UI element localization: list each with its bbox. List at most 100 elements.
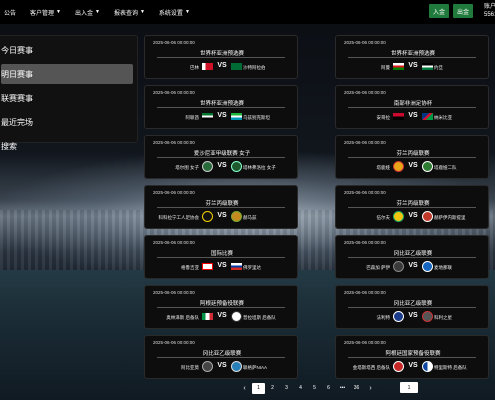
away-team-logo [422, 63, 433, 70]
away-team: 塔鹿娅二队 [434, 165, 457, 170]
page-button[interactable]: 4 [294, 383, 307, 394]
divider [348, 207, 476, 208]
match-card[interactable]: 2025-06-06 00:00:00 阿根廷国家预备役联赛 金塔斯塔西 后备队… [335, 335, 489, 379]
away-team: 麦地那联 [434, 265, 452, 270]
away-team-logo [231, 263, 242, 270]
vs-label: VS [408, 212, 418, 219]
away-team-logo [422, 311, 433, 322]
match-card[interactable]: 2025-06-06 00:00:00 冈比亚乙级联赛 阿比亚莫 VS 联格萨N… [144, 335, 298, 379]
sidebar-item-label: 搜索 [1, 141, 17, 151]
divider [157, 157, 285, 158]
nav-settings[interactable]: 系统设置 ▼ [159, 8, 190, 17]
sidebar-item-recent[interactable]: 最近完场 [1, 112, 133, 132]
goto-page-input[interactable]: 1 [400, 382, 418, 393]
away-team: 特里斯特 后备队 [434, 365, 467, 370]
match-card[interactable]: 2025-06-06 00:00:00 世界杯亚洲预选赛 阿曼 VS 约旦 [335, 35, 489, 79]
away-team-logo [231, 63, 242, 70]
sidebar-item-label: 今日赛事 [1, 45, 33, 55]
match-datetime: 2025-06-06 00:00:00 [344, 290, 386, 295]
nav-label: 系统设置 [158, 10, 183, 17]
away-team-logo [231, 211, 242, 222]
nav-label: 出入金 [74, 10, 93, 17]
divider [157, 57, 285, 58]
sidebar-item-search[interactable]: 搜索 [1, 136, 133, 156]
vs-label: VS [408, 312, 418, 319]
match-card[interactable]: 2025-06-06 00:00:00 冈比亚乙级联赛 法利特 VS 科利之星 [335, 285, 489, 329]
nav-reports[interactable]: 报表查询 ▼ [114, 8, 145, 17]
match-card[interactable]: 2025-06-06 00:00:00 世界杯亚洲预选赛 阿联酋 VS 乌兹别克… [144, 85, 298, 129]
nav-announcement[interactable]: 公告 [4, 8, 16, 17]
match-card[interactable]: 2025-06-06 00:00:00 芬兰丙级联赛 科科拉宁工人足协会 VS … [144, 185, 298, 229]
match-datetime: 2025-06-06 00:00:00 [153, 90, 195, 95]
match-datetime: 2025-06-06 00:00:00 [344, 190, 386, 195]
match-datetime: 2025-06-06 00:00:00 [344, 40, 386, 45]
prev-page-button[interactable]: ‹ [238, 383, 251, 394]
sidebar: 今日赛事 明日赛事 联赛赛事 最近完场 搜索 [0, 35, 138, 151]
divider [348, 157, 476, 158]
sidebar-item-league[interactable]: 联赛赛事 [1, 88, 133, 108]
nav-funds[interactable]: 出入金 ▼ [75, 8, 100, 17]
deposit-button[interactable]: 入金 [429, 4, 449, 18]
match-card[interactable]: 2025-06-06 00:00:00 南部非洲足协杯 安哥拉 VS 纳米比亚 [335, 85, 489, 129]
match-league: 国际比赛 [210, 251, 233, 257]
match-league: 阿根廷国家预备役联赛 [385, 351, 441, 357]
match-card[interactable]: 2025-06-06 00:00:00 国际比赛 格鲁吉亚 VS 佛罗里达 [144, 235, 298, 279]
match-league: 南部非洲足协杯 [393, 101, 433, 107]
match-league: 爱沙尼亚甲级联赛 女子 [193, 151, 251, 157]
withdraw-button[interactable]: 出金 [453, 4, 473, 18]
sidebar-item-label: 明日赛事 [1, 69, 33, 79]
page-button[interactable]: 3 [280, 383, 293, 394]
sidebar-item-tomorrow[interactable]: 明日赛事 [1, 64, 133, 84]
page-button[interactable]: 36 [350, 383, 363, 394]
away-team: 乌兹别克斯坦 [243, 115, 270, 120]
divider [157, 307, 285, 308]
match-card[interactable]: 2025-06-06 00:00:00 冈比亚乙级联赛 巴森加 萨伊 VS 麦地… [335, 235, 489, 279]
match-datetime: 2025-06-06 00:00:00 [344, 90, 386, 95]
nav-label: 公告 [4, 10, 17, 17]
match-datetime: 2025-06-06 00:00:00 [153, 190, 195, 195]
match-card[interactable]: 2025-06-06 00:00:00 阿根廷预备役联赛 奥林泽斯 后备队 VS… [144, 285, 298, 329]
nav-label: 客户管理 [30, 10, 55, 17]
match-datetime: 2025-06-06 00:00:00 [344, 240, 386, 245]
away-team: 普拉坦斯 后备队 [243, 315, 276, 320]
top-navigation-bar: 公告 客户管理 ▼ 出入金 ▼ 报表查询 ▼ 系统设置 ▼ [0, 0, 495, 24]
divider [348, 257, 476, 258]
page-button[interactable]: 6 [322, 383, 335, 394]
match-league: 冈比亚乙级联赛 [202, 351, 242, 357]
away-team: 约旦 [434, 65, 443, 70]
match-card[interactable]: 2025-06-06 00:00:00 爱沙尼亚甲级联赛 女子 塔尔图 女子 V… [144, 135, 298, 179]
divider [348, 57, 476, 58]
page-button[interactable]: 1 [252, 382, 265, 394]
nav-label: 报表查询 [113, 10, 138, 17]
match-card[interactable]: 2025-06-06 00:00:00 芬兰丙级联赛 伍尔夫 VS 赫萨伊内斯提… [335, 185, 489, 229]
pagination: ‹ 1 2 3 4 5 6 ••• 36 › [238, 382, 378, 394]
away-team-logo [231, 361, 242, 372]
match-datetime: 2025-06-06 00:00:00 [153, 240, 195, 245]
match-league: 芬兰丙级联赛 [396, 151, 430, 157]
away-team: 科利之星 [434, 315, 452, 320]
vs-label: VS [408, 162, 418, 169]
away-team-logo [422, 261, 433, 272]
away-team: 佛罗里达 [243, 265, 261, 270]
page-button[interactable]: 2 [266, 383, 279, 394]
away-team: 沙特阿拉伯 [243, 65, 266, 70]
match-card[interactable]: 2025-06-06 00:00:00 世界杯亚洲预选赛 巴林 VS 沙特阿拉伯 [144, 35, 298, 79]
page-ellipsis[interactable]: ••• [336, 383, 349, 394]
match-league: 世界杯亚洲预选赛 [199, 101, 244, 107]
away-team: 纳米比亚 [434, 115, 452, 120]
sidebar-item-today[interactable]: 今日赛事 [1, 40, 133, 60]
vs-label: VS [217, 212, 227, 219]
sidebar-item-label: 联赛赛事 [1, 93, 33, 103]
away-team-logo [422, 361, 433, 372]
next-page-button[interactable]: › [364, 383, 377, 394]
match-league: 冈比亚乙级联赛 [393, 251, 433, 257]
match-card[interactable]: 2025-06-06 00:00:00 芬兰丙级联赛 塔鹿娅 VS 塔鹿娅二队 [335, 135, 489, 179]
match-datetime: 2025-06-06 00:00:00 [344, 140, 386, 145]
page-button[interactable]: 5 [308, 383, 321, 394]
nav-customer-management[interactable]: 客户管理 ▼ [30, 8, 61, 17]
vs-label: VS [217, 62, 227, 69]
match-league: 芬兰丙级联赛 [205, 201, 239, 207]
account-info[interactable]: 账户 5561 [484, 3, 495, 19]
away-team: 赫萨伊内斯提里 [434, 215, 466, 220]
away-team: 赫马兹 [243, 215, 257, 220]
